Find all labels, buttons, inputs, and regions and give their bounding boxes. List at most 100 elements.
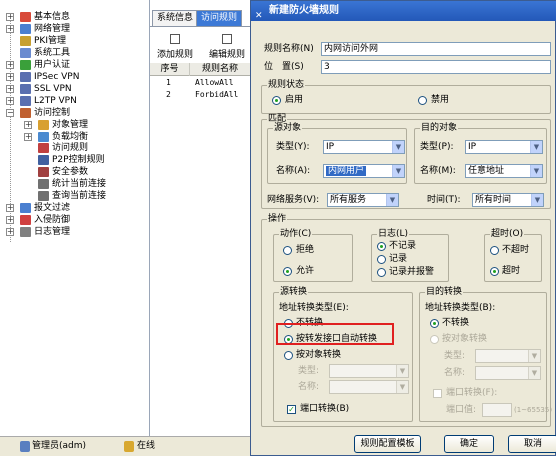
deny-radio[interactable]	[283, 246, 292, 255]
time-value: 所有时间	[475, 195, 512, 205]
dialog-title-bar[interactable]: ✕ 新建防火墙规则	[251, 1, 556, 21]
dnat-port-conversion-checkbox[interactable]	[433, 389, 442, 398]
navigation-tree: + 基本信息 + 网络管理 PKI管理 系统工具 + 用户认证 + IPSec VPN + SSL V…	[0, 0, 150, 436]
add-rule-button[interactable]: 添加规则	[150, 32, 200, 62]
dst-name-select[interactable]: 任意地址 ▼	[465, 164, 543, 178]
time-select[interactable]: 所有时间 ▼	[472, 193, 544, 207]
position-input[interactable]: 3	[321, 60, 551, 74]
enable-radio[interactable]	[272, 96, 281, 105]
source-object-title: 源对象	[273, 123, 303, 134]
src-name-label: 名称(A):	[276, 166, 311, 176]
add-rule-label: 添加规则	[156, 50, 193, 60]
highlight-box	[276, 323, 394, 345]
snat-name-select[interactable]: ▼	[329, 380, 409, 394]
dest-object-title: 目的对象	[420, 123, 459, 134]
log-alert-radio[interactable]	[377, 268, 386, 277]
connection-icon	[124, 441, 134, 452]
service-value: 所有服务	[330, 195, 367, 205]
service-label: 网络服务(V):	[267, 195, 320, 205]
expand-icon[interactable]: +	[6, 24, 14, 33]
allow-radio[interactable]	[283, 267, 292, 276]
tab-label: 系统信息	[157, 13, 194, 23]
dnat-by-object-radio[interactable]	[430, 335, 439, 344]
rule-name: AllowAll	[195, 78, 234, 87]
tree-node-icon	[20, 83, 31, 94]
expand-icon[interactable]: +	[6, 13, 14, 21]
column-header-name[interactable]: 规则名称	[190, 63, 250, 76]
log-group: 日志(L) 不记录 记录 记录并报警	[371, 229, 449, 282]
snat-name-field-label: 名称:	[298, 382, 320, 392]
tree-node-icon	[38, 155, 49, 166]
timeout-radio[interactable]	[490, 267, 499, 276]
src-name-select[interactable]: 内网用户 ▼	[323, 164, 405, 178]
rules-panel: 系统信息 访问规则 添加规则 编辑规则 序号 规则名称 1 AllowAll 2…	[150, 0, 250, 436]
rule-name-input[interactable]: 内网访问外网	[321, 42, 551, 56]
service-select[interactable]: 所有服务 ▼	[327, 193, 399, 207]
tree-node-icon	[20, 12, 31, 22]
source-nat-group: 源转换 地址转换类型(E): 不转换 按转发接口自动转换 按对象转换 类型: ▼…	[273, 287, 413, 422]
log-title: 日志(L)	[377, 229, 410, 240]
rule-row-2[interactable]: 2 ForbidAll	[150, 90, 250, 102]
chevron-down-icon: ▼	[528, 367, 540, 379]
expand-icon[interactable]: +	[6, 228, 14, 237]
enable-label: 启用	[285, 95, 304, 105]
dnat-port-conversion-label: 端口转换(F):	[446, 388, 498, 398]
log-radio[interactable]	[377, 255, 386, 264]
expand-icon[interactable]: +	[24, 120, 32, 129]
snat-type-select[interactable]: ▼	[329, 364, 409, 378]
add-rule-icon	[170, 34, 180, 44]
expand-icon[interactable]: +	[6, 72, 14, 81]
chevron-down-icon: ▼	[396, 381, 408, 393]
dnat-port-value-input[interactable]	[482, 403, 512, 417]
dest-object-group: 目的对象 类型(P): IP ▼ 名称(M): 任意地址 ▼	[414, 123, 547, 184]
no-timeout-radio[interactable]	[490, 246, 499, 255]
dst-name-label: 名称(M):	[420, 166, 456, 176]
deny-label: 拒绝	[296, 245, 315, 255]
dnat-none-radio[interactable]	[430, 319, 439, 328]
disable-radio[interactable]	[418, 96, 427, 105]
rule-list-header: 序号 规则名称	[150, 63, 250, 76]
dst-type-label: 类型(P):	[420, 142, 454, 152]
src-type-select[interactable]: IP ▼	[323, 140, 405, 154]
disable-label: 禁用	[431, 95, 450, 105]
tree-item-log-mgmt[interactable]: + 日志管理	[0, 226, 150, 239]
tree-node-icon	[20, 203, 31, 214]
edit-rule-button[interactable]: 编辑规则	[202, 32, 252, 62]
rule-template-button[interactable]: 规则配置模板	[354, 435, 421, 453]
ok-button[interactable]: 确定	[444, 435, 494, 453]
snat-by-object-radio[interactable]	[284, 351, 293, 360]
allow-label: 允许	[296, 266, 315, 276]
expand-icon[interactable]: +	[6, 204, 14, 213]
expand-icon[interactable]: +	[6, 60, 14, 69]
dialog-title: 新建防火墙规则	[269, 5, 339, 16]
rule-state-title: 规则状态	[267, 80, 306, 91]
dst-type-select[interactable]: IP ▼	[465, 140, 543, 154]
timeout-title: 超时(O)	[490, 229, 525, 240]
tree-node-icon	[20, 47, 31, 58]
edit-rule-label: 编辑规则	[208, 50, 245, 60]
chevron-down-icon: ▼	[531, 194, 543, 206]
chevron-down-icon: ▼	[530, 141, 542, 153]
expand-icon[interactable]: +	[6, 216, 14, 225]
collapse-icon[interactable]: −	[6, 108, 14, 117]
cancel-button[interactable]: 取消	[508, 435, 556, 453]
expand-icon[interactable]: +	[6, 84, 14, 93]
expand-icon[interactable]: +	[6, 96, 14, 105]
rule-row-1[interactable]: 1 AllowAll	[150, 78, 250, 90]
expand-icon[interactable]: +	[24, 132, 32, 141]
tab-system-info[interactable]: 系统信息	[152, 10, 199, 26]
dnat-type-select[interactable]: ▼	[475, 349, 541, 363]
chevron-down-icon: ▼	[392, 141, 404, 153]
dnat-name-select[interactable]: ▼	[475, 366, 541, 380]
tab-access-rules[interactable]: 访问规则	[196, 10, 243, 26]
snat-port-conversion-checkbox[interactable]: ✓	[287, 405, 296, 414]
tree-node-icon	[38, 131, 49, 142]
column-header-no[interactable]: 序号	[150, 63, 190, 76]
no-log-radio[interactable]	[377, 242, 386, 251]
tree-node-icon	[38, 119, 49, 130]
no-timeout-label: 不超时	[502, 245, 530, 255]
snat-type-label: 地址转换类型(E):	[279, 303, 349, 313]
dnat-name-field-label: 名称:	[444, 368, 466, 378]
tree-node-icon	[20, 71, 31, 82]
dest-nat-group: 目的转换 地址转换类型(B): 不转换 按对象转换 类型: ▼ 名称: ▼ 端口…	[419, 287, 552, 422]
